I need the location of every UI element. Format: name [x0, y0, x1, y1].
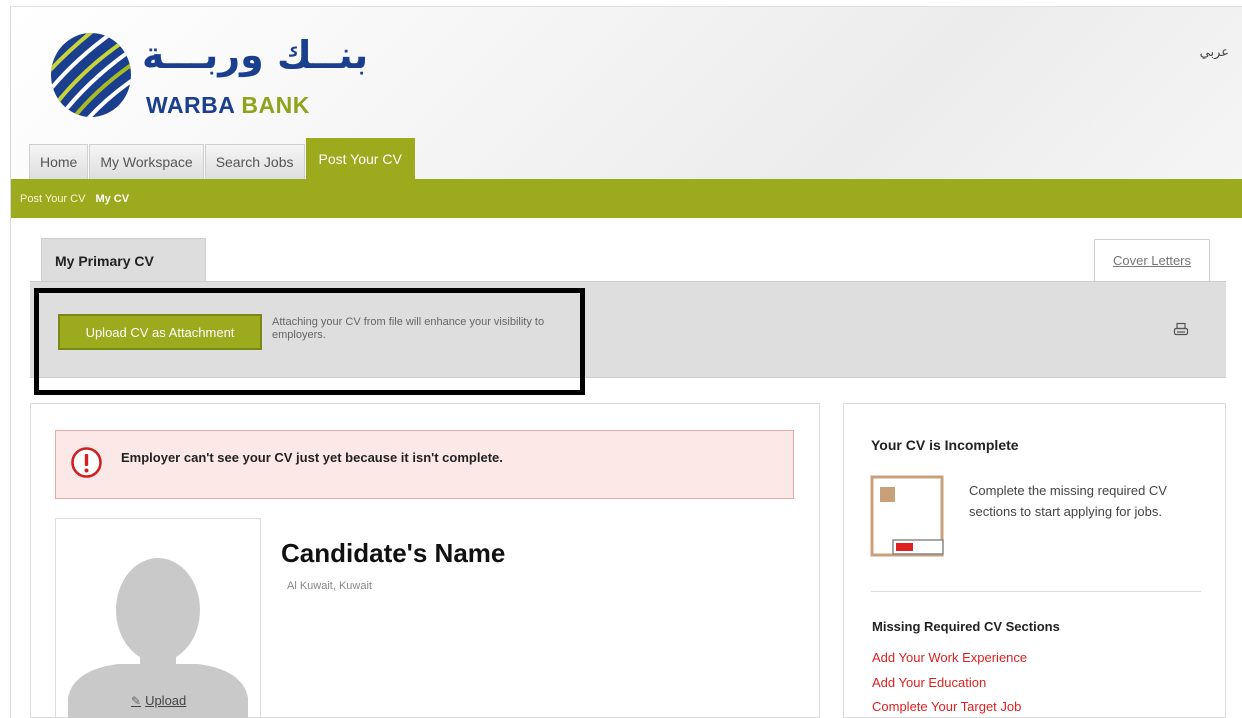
nav-tab-search-jobs[interactable]: Search Jobs: [204, 144, 305, 179]
missing-item-education[interactable]: Add Your Education: [872, 671, 1027, 696]
nav-tab-my-workspace[interactable]: My Workspace: [89, 144, 204, 179]
upload-hint-text: Attaching your CV from file will enhance…: [272, 316, 545, 341]
tab-cover-letters[interactable]: Cover Letters: [1094, 239, 1210, 281]
cv-progress-icon: [870, 475, 944, 557]
warba-logo-icon[interactable]: [46, 30, 136, 120]
subnav-item-post-your-cv[interactable]: Post Your CV: [20, 193, 85, 205]
print-icon[interactable]: [1173, 322, 1189, 338]
upload-cv-attachment-button[interactable]: Upload CV as Attachment: [58, 314, 262, 350]
logo-arabic-text: بنــك وربـــة: [142, 33, 369, 77]
subnav-item-my-cv[interactable]: My CV: [95, 193, 129, 205]
logo-english-text: WARBA BANK: [146, 92, 310, 119]
missing-sections-list: Add Your Work Experience Add Your Educat…: [872, 646, 1027, 718]
candidate-name: Candidate's Name: [281, 538, 506, 568]
logo-word-bank: BANK: [241, 92, 310, 118]
missing-item-work-experience[interactable]: Add Your Work Experience: [872, 646, 1027, 671]
missing-sections-title: Missing Required CV Sections: [872, 619, 1060, 634]
tab-my-primary-cv[interactable]: My Primary CV: [41, 238, 206, 282]
cv-status-title: Your CV is Incomplete: [871, 437, 1019, 453]
alert-exclamation-icon: [71, 447, 102, 478]
candidate-location: Al Kuwait, Kuwait: [287, 580, 372, 592]
nav-tab-post-your-cv[interactable]: Post Your CV: [305, 138, 415, 179]
pencil-icon: ✎: [131, 693, 142, 708]
upload-photo-link[interactable]: ✎ Upload: [131, 693, 186, 708]
upload-photo-label: Upload: [145, 693, 187, 708]
alert-message: Employer can't see your CV just yet beca…: [121, 450, 503, 465]
cv-status-description: Complete the missing required CV section…: [969, 483, 1167, 519]
logo-word-warba: WARBA: [146, 92, 235, 118]
main-nav: Home My Workspace Search Jobs Post Your …: [29, 138, 416, 179]
divider: [871, 591, 1201, 592]
language-toggle-link[interactable]: عربي: [1200, 44, 1229, 60]
nav-tab-home[interactable]: Home: [29, 144, 89, 179]
sub-nav: Post Your CV My CV: [11, 179, 1242, 218]
missing-item-target-job[interactable]: Complete Your Target Job: [872, 695, 1027, 718]
